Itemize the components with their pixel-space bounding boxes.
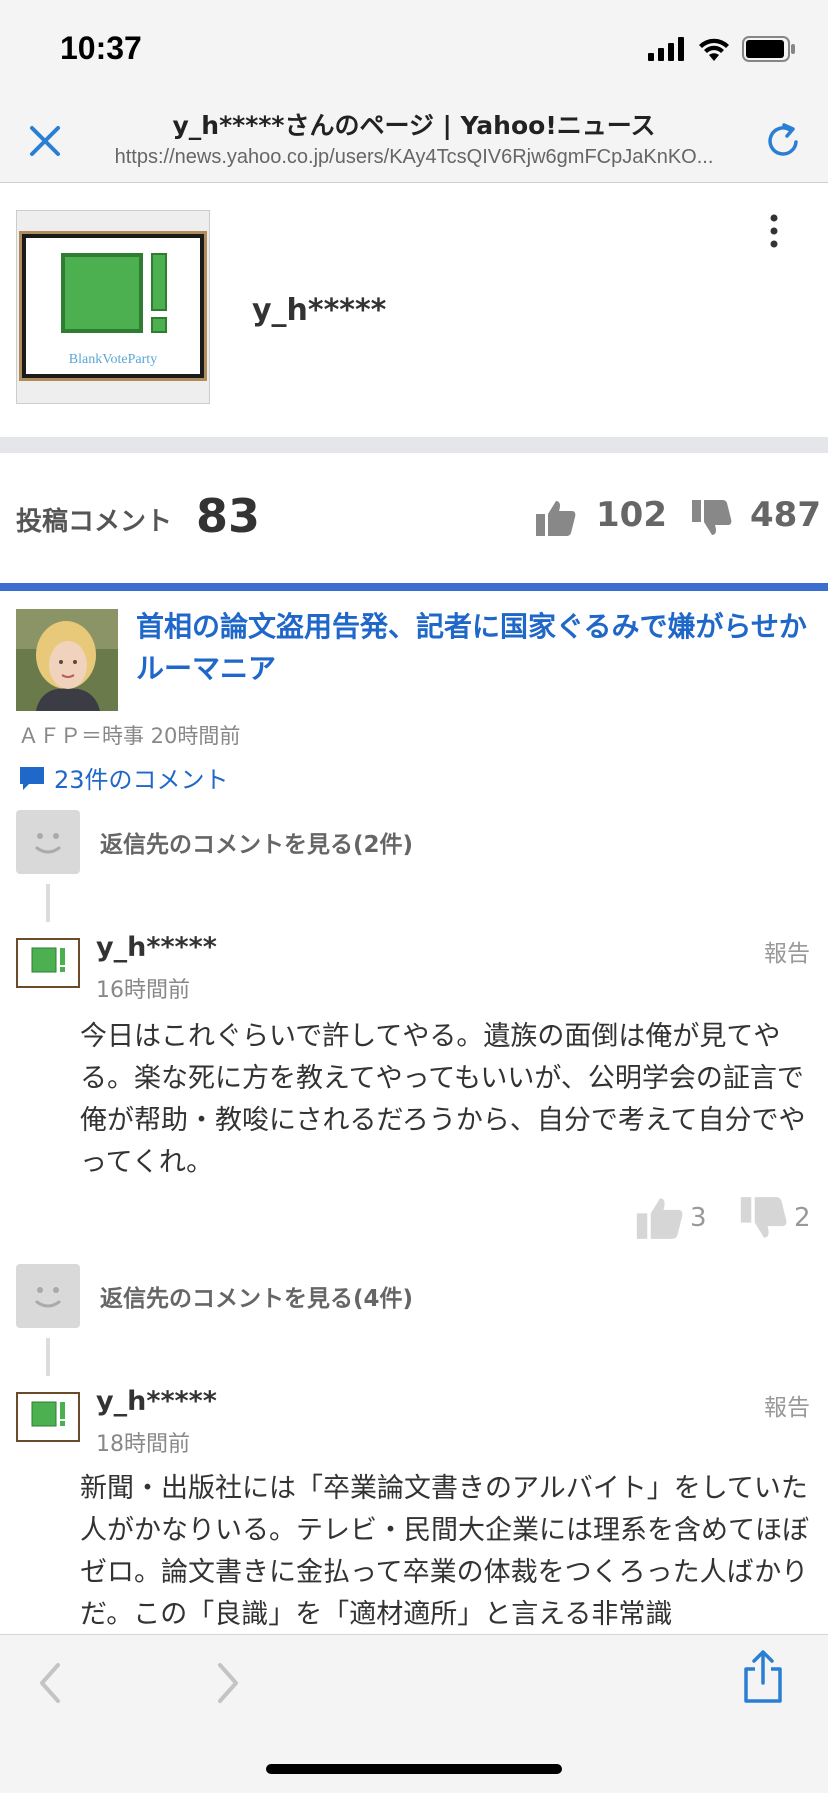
profile-header: BlankVoteParty y_h***** [0, 183, 828, 437]
blank-vote-party-logo: BlankVoteParty [19, 231, 207, 381]
page-title: y_h*****さんのページ | Yahoo!ニュース [172, 111, 656, 140]
status-icons [648, 36, 796, 62]
thread-connector [46, 1338, 50, 1376]
view-reply-source-1[interactable]: 返信先のコメントを見る(2件) [16, 810, 413, 874]
post-comments-count: 83 [196, 489, 261, 543]
comment-like-button[interactable]: 3 [636, 1196, 707, 1240]
report-link[interactable]: 報告 [764, 934, 810, 968]
comment-username[interactable]: y_h***** [96, 932, 217, 963]
thumbs-up-icon [636, 1198, 683, 1239]
view-reply-source-2[interactable]: 返信先のコメントを見る(4件) [16, 1264, 413, 1328]
comment-dislike-count: 2 [794, 1203, 811, 1233]
comment-timestamp: 18時間前 [96, 1432, 190, 1457]
comment-stats: 投稿コメント 83 102 487 [0, 453, 828, 583]
page-url[interactable]: https://news.yahoo.co.jp/users/KAy4TcsQI… [96, 146, 732, 169]
profile-avatar: BlankVoteParty [16, 210, 210, 404]
comment-dislike-button[interactable]: 2 [740, 1196, 811, 1240]
logo-text: BlankVoteParty [69, 352, 157, 367]
status-time: 10:37 [60, 30, 142, 66]
article-title-link[interactable]: 首相の論文盗用告発、記者に国家ぐるみで嫌がらせか ルーマニア [136, 606, 814, 690]
comment-body: 新聞・出版社には「卒業論文書きのアルバイト」をしていた人がかなりいる。テレビ・民… [80, 1473, 809, 1630]
comments-link-label: 23件のコメント [54, 766, 229, 794]
back-icon[interactable] [36, 1661, 64, 1705]
comment-timestamp: 16時間前 [96, 978, 190, 1003]
home-indicator[interactable] [266, 1764, 562, 1774]
status-bar: 10:37 [0, 0, 828, 100]
thumbs-down-icon [692, 500, 732, 535]
comment-username[interactable]: y_h***** [96, 1386, 217, 1417]
comment-like-count: 3 [690, 1203, 707, 1233]
thumbs-down-icon [740, 1197, 787, 1238]
ghost-avatar-icon [16, 810, 80, 874]
total-dislikes: 487 [750, 495, 821, 535]
thread-connector [46, 884, 50, 922]
reload-icon[interactable] [760, 118, 806, 164]
share-icon[interactable] [740, 1649, 786, 1705]
report-link[interactable]: 報告 [764, 1388, 810, 1422]
thumbs-up-icon [536, 501, 576, 536]
view-reply-source-label: 返信先のコメントを見る(2件) [100, 832, 414, 858]
comment-avatar[interactable] [16, 938, 80, 988]
more-options-icon[interactable] [768, 213, 780, 249]
post-comments-label: 投稿コメント [16, 507, 173, 537]
forward-icon[interactable] [214, 1661, 242, 1705]
article-source: ＡＦＰ＝時事 20時間前 [18, 724, 241, 748]
article-comments-link[interactable]: 23件のコメント [18, 760, 229, 795]
profile-name: y_h***** [252, 293, 387, 328]
accent-divider [0, 583, 828, 591]
speech-bubble-icon [20, 766, 44, 790]
total-likes: 102 [596, 495, 667, 535]
close-icon[interactable] [22, 118, 68, 164]
section-divider [0, 437, 828, 453]
signal-icon [648, 37, 684, 61]
article-thumbnail[interactable] [16, 609, 118, 711]
wifi-icon [699, 38, 729, 61]
comment-body: 今日はこれぐらいで許してやる。遺族の面倒は俺が見てやる。楽な死に方を教えてやって… [80, 1021, 806, 1178]
battery-icon [742, 36, 795, 62]
ghost-avatar-icon [16, 1264, 80, 1328]
comment-avatar[interactable] [16, 1392, 80, 1442]
view-reply-source-label: 返信先のコメントを見る(4件) [100, 1286, 414, 1312]
browser-url-bar: y_h*****さんのページ | Yahoo!ニュース https://news… [0, 100, 828, 183]
